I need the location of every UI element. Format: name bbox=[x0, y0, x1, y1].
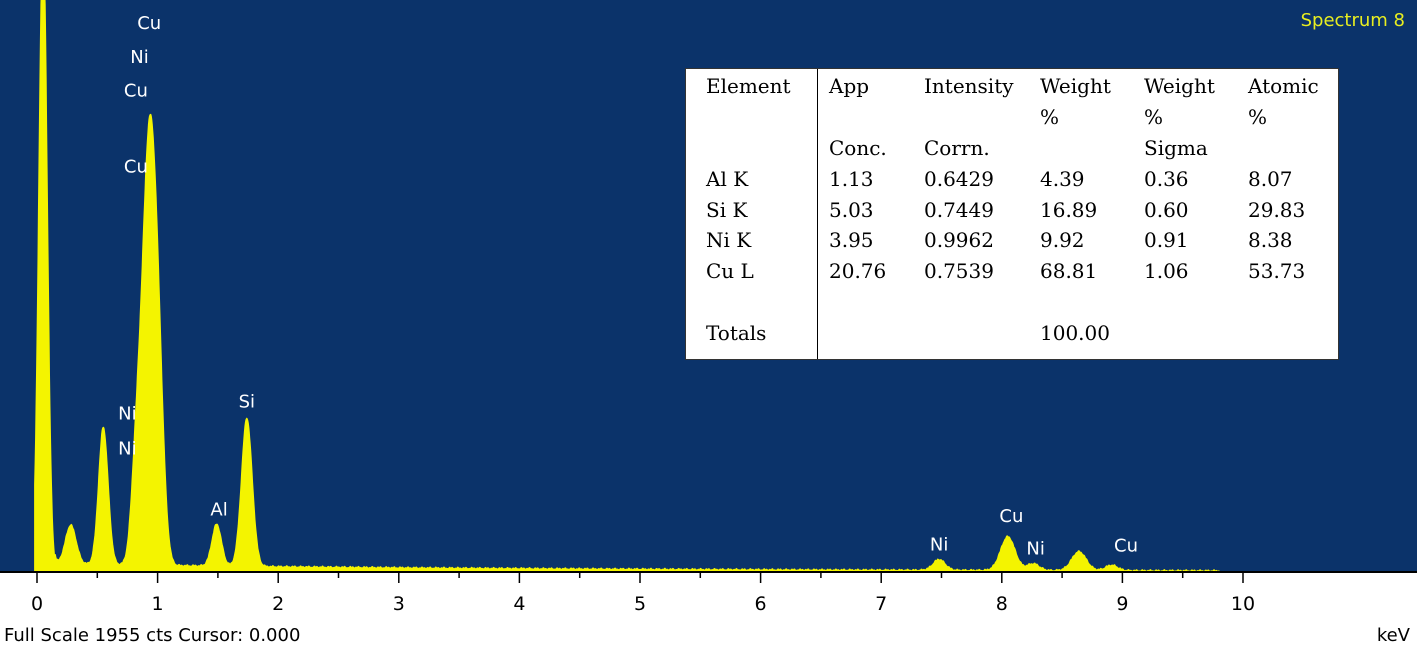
x-tick-label: 4 bbox=[513, 593, 525, 615]
peak-label-ni: Ni bbox=[118, 439, 136, 460]
peak-label-ni: Ni bbox=[1026, 538, 1044, 559]
table-cell: 1.06 bbox=[1144, 258, 1189, 283]
x-unit-label: keV bbox=[1377, 625, 1411, 646]
table-cell: 16.89 bbox=[1040, 197, 1098, 222]
peak-label-ni: Ni bbox=[130, 47, 148, 68]
table-totals-label: Totals bbox=[706, 321, 767, 345]
table-cell: 68.81 bbox=[1040, 258, 1098, 283]
peak-label-si: Si bbox=[239, 391, 255, 412]
table-cell: 8.07 bbox=[1248, 167, 1293, 191]
table-header-cell: Atomic bbox=[1248, 74, 1319, 98]
table-cell: 5.03 bbox=[829, 197, 874, 222]
table-cell: 9.92 bbox=[1040, 228, 1085, 252]
peak-label-cu: Cu bbox=[124, 156, 148, 177]
table-header-cell: % bbox=[1248, 105, 1268, 129]
spectrum-title: Spectrum 8 bbox=[1301, 10, 1405, 31]
table-cell: 0.7539 bbox=[924, 258, 994, 283]
table-header-cell: Weight bbox=[1040, 74, 1111, 98]
peak-label-ni: Ni bbox=[930, 534, 948, 555]
status-readout: Full Scale 1955 cts Cursor: 0.000 bbox=[4, 625, 300, 646]
x-tick-label: 3 bbox=[393, 593, 405, 615]
table-totals-value: 100.00 bbox=[1040, 321, 1110, 345]
table-cell: 0.60 bbox=[1144, 197, 1189, 222]
x-tick-label: 8 bbox=[996, 593, 1008, 615]
x-tick-label: 6 bbox=[755, 593, 767, 615]
table-cell: 8.38 bbox=[1248, 228, 1293, 252]
table-cell: 0.36 bbox=[1144, 167, 1189, 191]
quantification-table: Element App Conc. Intensity Corrn. Weight% Wei… bbox=[685, 68, 1339, 360]
table-header-cell: % bbox=[1144, 105, 1164, 129]
table-header-cell: Sigma bbox=[1144, 136, 1208, 160]
table-header-cell: % bbox=[1040, 105, 1060, 129]
peak-label-al: Al bbox=[210, 499, 227, 520]
table-column-divider bbox=[817, 69, 818, 359]
table-header-cell: Element bbox=[706, 74, 791, 98]
table-cell: Ni K bbox=[706, 228, 752, 252]
peak-label-cu: Cu bbox=[137, 13, 161, 34]
table-header-cell: Conc. bbox=[829, 136, 887, 160]
peak-label-ni: Ni bbox=[118, 403, 136, 424]
table-cell: 1.13 bbox=[829, 167, 874, 191]
table-cell: 3.95 bbox=[829, 228, 874, 252]
table-cell: 0.7449 bbox=[924, 197, 994, 222]
table-header-cell: App bbox=[829, 74, 870, 98]
table-cell: 29.83 bbox=[1248, 197, 1306, 222]
x-tick-label: 10 bbox=[1231, 593, 1255, 615]
table-header-cell: Corrn. bbox=[924, 136, 990, 160]
table-header-cell: Intensity bbox=[924, 74, 1014, 98]
x-tick-label: 1 bbox=[152, 593, 164, 615]
peak-label-cu: Cu bbox=[1114, 536, 1138, 557]
peak-label-cu: Cu bbox=[124, 81, 148, 102]
peak-label-cu: Cu bbox=[999, 506, 1023, 527]
table-cell: 0.6429 bbox=[924, 167, 994, 191]
table-cell: 20.76 bbox=[829, 258, 887, 283]
x-tick-label: 9 bbox=[1116, 593, 1128, 615]
x-tick-label: 5 bbox=[634, 593, 646, 615]
x-tick-label: 7 bbox=[875, 593, 887, 615]
table-header-cell: Weight bbox=[1144, 74, 1215, 98]
table-cell: 0.91 bbox=[1144, 228, 1189, 252]
x-tick-label: 0 bbox=[31, 593, 43, 615]
spectrum-window: Cu Ni Cu Cu Ni Ni Al Si Ni Cu Ni Cu 0 1 2 3 4 5 6 7 8 9 10 Sp… bbox=[0, 0, 1417, 652]
table-cell: Si K bbox=[706, 197, 748, 222]
table-cell: Cu L bbox=[706, 258, 754, 283]
table-cell: 53.73 bbox=[1248, 258, 1306, 283]
table-cell: Al K bbox=[706, 167, 749, 191]
x-tick-label: 2 bbox=[272, 593, 284, 615]
table-cell: 4.39 bbox=[1040, 167, 1085, 191]
table-cell: 0.9962 bbox=[924, 228, 994, 252]
